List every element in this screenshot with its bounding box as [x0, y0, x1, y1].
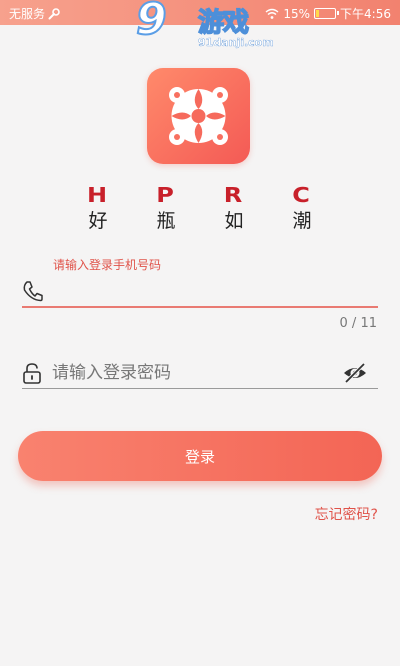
brand-letter-1: H 好 — [78, 183, 118, 235]
brand-cn-4: 潮 — [292, 210, 312, 232]
phone-icon — [23, 281, 43, 302]
brand-latin-2: P — [156, 183, 176, 207]
brand-wordmark: H 好 P 瓶 R 如 C 潮 — [78, 183, 322, 235]
password-underline — [22, 388, 378, 389]
carrier-label: 无服务 — [9, 7, 46, 21]
status-right: 15% 下午4:56 — [265, 5, 391, 22]
battery-percent: 15% — [283, 6, 311, 21]
battery-icon — [314, 8, 340, 19]
status-time: 下午4:56 — [340, 7, 391, 21]
app-logo-mark-icon — [169, 87, 228, 145]
phone-input[interactable] — [52, 278, 372, 304]
watermark-number: 9 — [135, 0, 168, 46]
app-logo — [147, 68, 250, 164]
brand-latin-1: H — [86, 183, 110, 207]
brand-letter-3: R 如 — [214, 183, 254, 235]
phone-char-counter: 0 / 11 — [339, 316, 377, 331]
lock-icon — [23, 363, 41, 384]
wrench-icon — [48, 7, 60, 19]
phone-underline — [22, 306, 378, 308]
phone-field-label: 请输入登录手机号码 — [53, 258, 162, 272]
brand-letter-2: P 瓶 — [146, 183, 186, 235]
login-button[interactable]: 登录 — [18, 431, 382, 481]
brand-latin-3: R — [223, 183, 245, 207]
eye-off-icon[interactable] — [342, 362, 368, 384]
brand-cn-2: 瓶 — [156, 210, 176, 232]
password-input[interactable] — [52, 360, 332, 386]
watermark-brand: 游戏 — [197, 7, 250, 39]
forgot-password-link[interactable]: 忘记密码? — [315, 504, 378, 524]
brand-cn-3: 如 — [224, 210, 244, 232]
watermark-logo: 9 游戏 91danji.com — [135, 0, 274, 52]
brand-letter-4: C 潮 — [282, 183, 322, 235]
brand-latin-4: C — [292, 183, 312, 207]
brand-cn-1: 好 — [88, 210, 108, 232]
watermark-site: 91danji.com — [198, 36, 274, 49]
battery-fill — [316, 10, 320, 17]
status-left: 无服务 — [9, 5, 60, 22]
